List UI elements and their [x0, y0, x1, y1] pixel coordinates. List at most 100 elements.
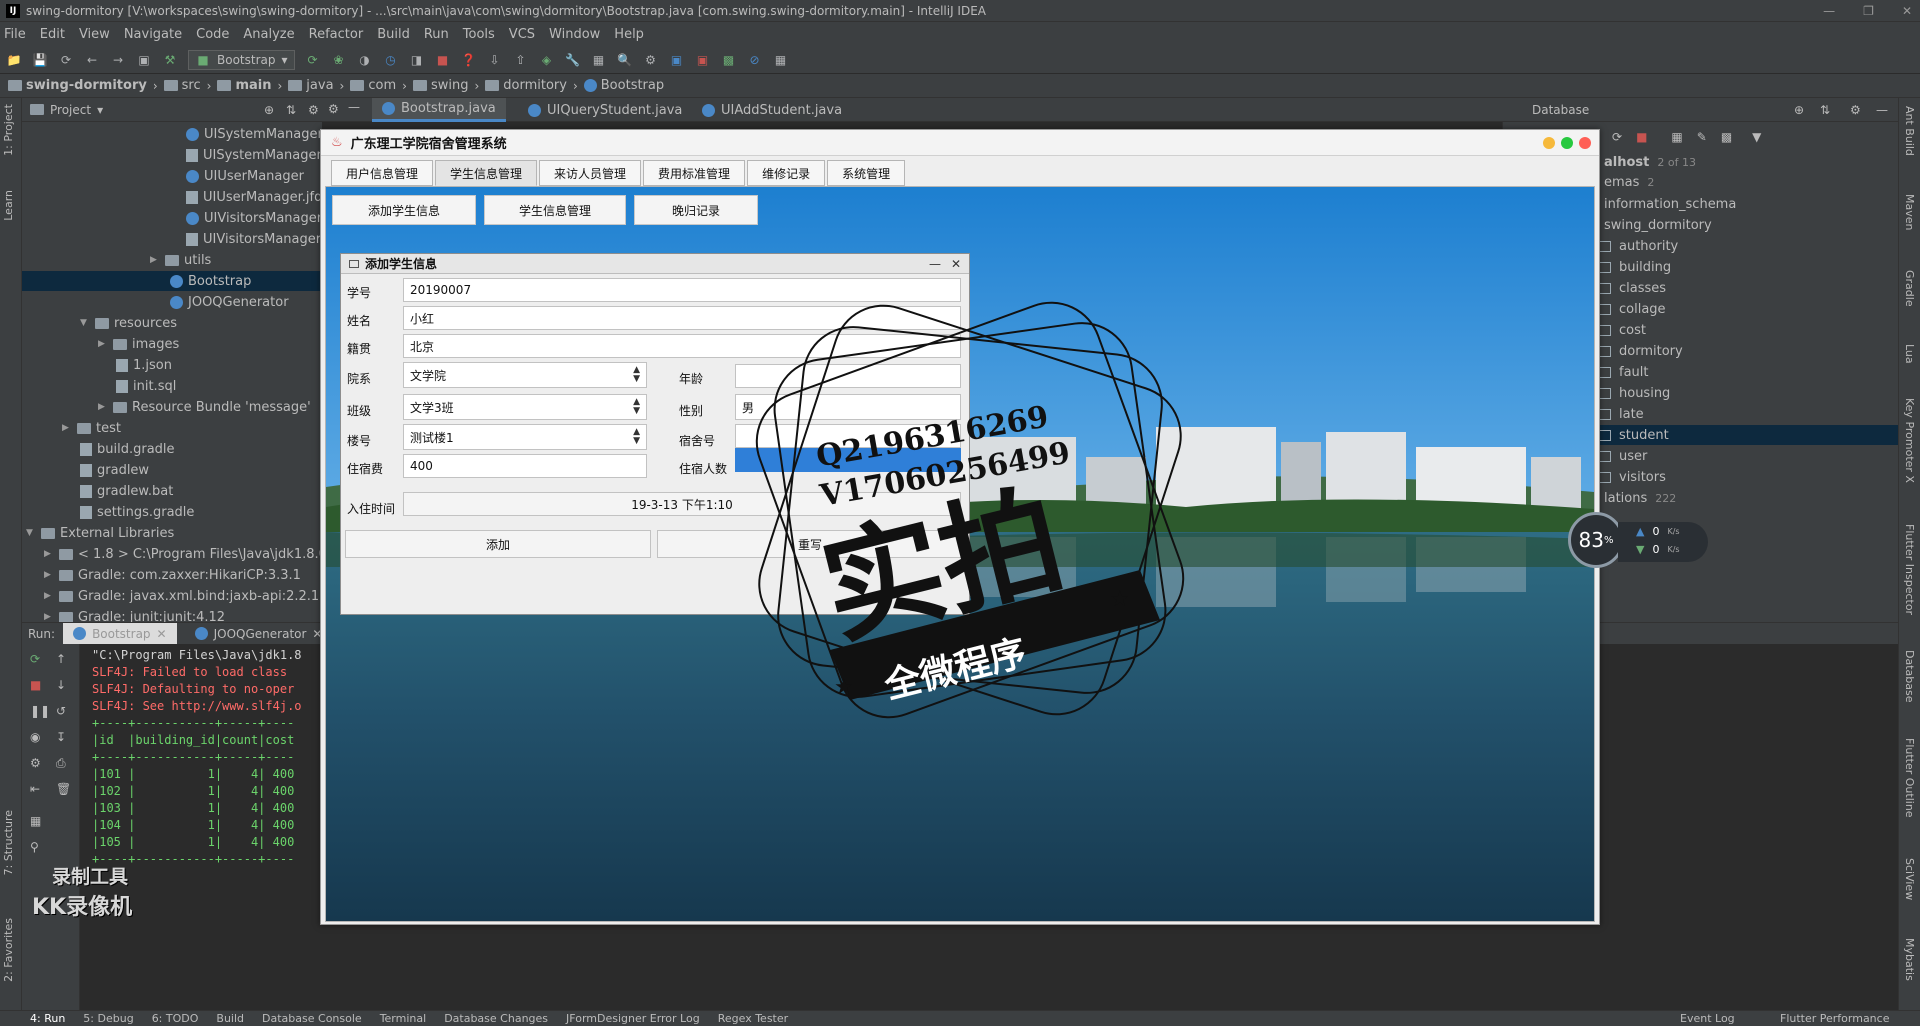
- breadcrumb-swing[interactable]: swing: [412, 78, 468, 93]
- tree-item[interactable]: UIVisitorsManager: [186, 208, 322, 228]
- tree-item[interactable]: JOOQGenerator: [170, 292, 289, 312]
- tree-item[interactable]: ▶ Gradle: junit:junit:4.12: [44, 607, 225, 622]
- student-no-input[interactable]: 20190007: [403, 278, 961, 302]
- expand-arrow-icon[interactable]: ▶: [150, 255, 160, 265]
- tool-tab-learn[interactable]: Learn: [2, 190, 15, 221]
- tool-tab-flutter-inspector[interactable]: Flutter Inspector: [1903, 524, 1916, 615]
- hammer-icon[interactable]: ⚒: [162, 52, 178, 68]
- tree-item[interactable]: ▶< 1.8 > C:\Program Files\Java\jdk1.8.0_…: [44, 544, 322, 564]
- db-table-item[interactable]: user: [1598, 446, 1647, 466]
- tree-item[interactable]: UIUserManager: [186, 166, 304, 186]
- collapse-arrow-icon[interactable]: ▼: [80, 318, 90, 328]
- tool-tab-maven[interactable]: Maven: [1903, 194, 1916, 230]
- collapse-icon[interactable]: ⇅: [1820, 103, 1830, 117]
- status-todo[interactable]: 6: TODO: [152, 1012, 199, 1025]
- pin-icon[interactable]: ⚲: [30, 840, 39, 854]
- tree-item[interactable]: init.sql: [116, 376, 176, 396]
- gear-icon[interactable]: ⚙: [308, 103, 319, 117]
- open-folder-icon[interactable]: 📁: [6, 52, 22, 68]
- gear-icon[interactable]: ⚙: [328, 102, 339, 116]
- locate-icon[interactable]: ⊕: [1794, 103, 1804, 117]
- vcs-commit-icon[interactable]: ⇧: [513, 52, 529, 68]
- tree-item[interactable]: ▶ Resource Bundle 'message': [98, 397, 311, 417]
- collapse-arrow-icon[interactable]: ▼: [26, 528, 36, 538]
- tab-fee-standard[interactable]: 费用标准管理: [643, 160, 746, 186]
- db-table-item[interactable]: visitors: [1598, 467, 1666, 487]
- close-icon[interactable]: [1579, 137, 1591, 149]
- trash-icon[interactable]: 🗑: [56, 782, 71, 796]
- status-database-console[interactable]: Database Console: [262, 1012, 362, 1025]
- tree-item[interactable]: ▼ resources: [80, 313, 177, 333]
- pause-icon[interactable]: ❚❚: [30, 704, 50, 718]
- back-icon[interactable]: ←: [84, 52, 100, 68]
- menu-help[interactable]: Help: [614, 27, 644, 42]
- status-debug[interactable]: 5: Debug: [83, 1012, 133, 1025]
- tree-item[interactable]: ▶ test: [62, 418, 121, 438]
- camera-icon[interactable]: ◉: [30, 730, 40, 744]
- tree-item[interactable]: UISystemManagem: [186, 124, 322, 144]
- plugin-icon[interactable]: ▣: [695, 52, 711, 68]
- db-table-item[interactable]: late: [1598, 404, 1644, 424]
- minimize-icon[interactable]: —: [929, 257, 941, 271]
- stop-icon[interactable]: ■: [435, 52, 451, 68]
- expand-arrow-icon[interactable]: ▶: [44, 591, 54, 601]
- forward-icon[interactable]: →: [110, 52, 126, 68]
- late-return-button[interactable]: 晚归记录: [634, 195, 758, 225]
- status-regex-tester[interactable]: Regex Tester: [718, 1012, 788, 1025]
- tree-item[interactable]: ▶ Gradle: javax.xml.bind:jaxb-api:2.2.12: [44, 586, 322, 606]
- gradle-icon[interactable]: ◈: [539, 52, 555, 68]
- status-build[interactable]: Build: [216, 1012, 244, 1025]
- menu-vcs[interactable]: VCS: [509, 27, 535, 42]
- expand-arrow-icon[interactable]: ▶: [98, 402, 108, 412]
- minimize-icon[interactable]: [1543, 137, 1555, 149]
- menu-edit[interactable]: Edit: [40, 27, 65, 42]
- tab-bootstrap-java[interactable]: Bootstrap.java: [372, 98, 506, 122]
- collapse-icon[interactable]: ⇅: [286, 103, 296, 117]
- run-tab-bootstrap[interactable]: Bootstrap ✕: [63, 622, 177, 645]
- chevron-down-icon[interactable]: ▾: [97, 103, 103, 117]
- checkin-time-input[interactable]: 19-3-13 下午1:10: [403, 492, 961, 516]
- terminal-icon[interactable]: ▩: [721, 52, 737, 68]
- building-select[interactable]: 测试楼1 ▲ ▼: [403, 424, 647, 450]
- tab-uiquerystudent-java[interactable]: UIQueryStudent.java: [518, 98, 692, 122]
- status-jformdesigner-log[interactable]: JFormDesigner Error Log: [566, 1012, 700, 1025]
- tree-item[interactable]: ▶ utils: [150, 250, 211, 270]
- table-icon[interactable]: ▦: [1671, 130, 1682, 144]
- gear-icon[interactable]: ⚙: [1850, 103, 1861, 117]
- breadcrumb-com[interactable]: com: [350, 78, 396, 93]
- filter-icon[interactable]: ▼: [1752, 130, 1761, 144]
- db-table-item[interactable]: building: [1598, 257, 1671, 277]
- minimize-icon[interactable]: —: [1823, 4, 1835, 18]
- tree-item[interactable]: gradlew.bat: [80, 481, 173, 501]
- tool-tab-ant[interactable]: Ant Build: [1903, 106, 1916, 156]
- db-table-item[interactable]: housing: [1598, 383, 1670, 403]
- reset-button[interactable]: 重写: [657, 530, 963, 558]
- rerun-icon[interactable]: ⟳: [30, 652, 40, 666]
- add-student-button[interactable]: 添加学生信息: [332, 195, 476, 225]
- status-flutter-performance[interactable]: Flutter Performance: [1780, 1012, 1889, 1025]
- save-icon[interactable]: 💾: [32, 52, 48, 68]
- status-event-log[interactable]: Event Log: [1680, 1012, 1735, 1025]
- tool-tab-project[interactable]: 1: Project: [2, 104, 15, 156]
- close-icon[interactable]: ✕: [951, 257, 961, 271]
- tab-repair-records[interactable]: 维修记录: [747, 160, 826, 186]
- run-config-select[interactable]: ■ Bootstrap ▾: [188, 49, 295, 70]
- tree-item[interactable]: 1.json: [116, 355, 172, 375]
- wrap-icon[interactable]: ↺: [56, 704, 66, 718]
- scroll-end-icon[interactable]: ↧: [56, 730, 66, 744]
- no-sync-icon[interactable]: ⊘: [747, 52, 763, 68]
- tool-tab-gradle[interactable]: Gradle: [1903, 270, 1916, 307]
- status-terminal[interactable]: Terminal: [380, 1012, 427, 1025]
- tool-tab-favorites[interactable]: 2: Favorites: [2, 918, 15, 982]
- tool-tab-lua[interactable]: Lua: [1903, 344, 1916, 364]
- db-table-item[interactable]: dormitory: [1598, 341, 1683, 361]
- breadcrumb-main[interactable]: main: [217, 78, 271, 93]
- expand-arrow-icon[interactable]: ▶: [44, 612, 54, 622]
- down-icon[interactable]: ↓: [56, 678, 66, 692]
- console-icon[interactable]: ▩: [1721, 130, 1732, 144]
- db-table-item[interactable]: cost: [1598, 320, 1646, 340]
- menu-tools[interactable]: Tools: [463, 27, 495, 42]
- menu-build[interactable]: Build: [377, 27, 410, 42]
- profiler-icon[interactable]: ◷: [383, 52, 399, 68]
- layout-icon[interactable]: ▦: [30, 814, 41, 828]
